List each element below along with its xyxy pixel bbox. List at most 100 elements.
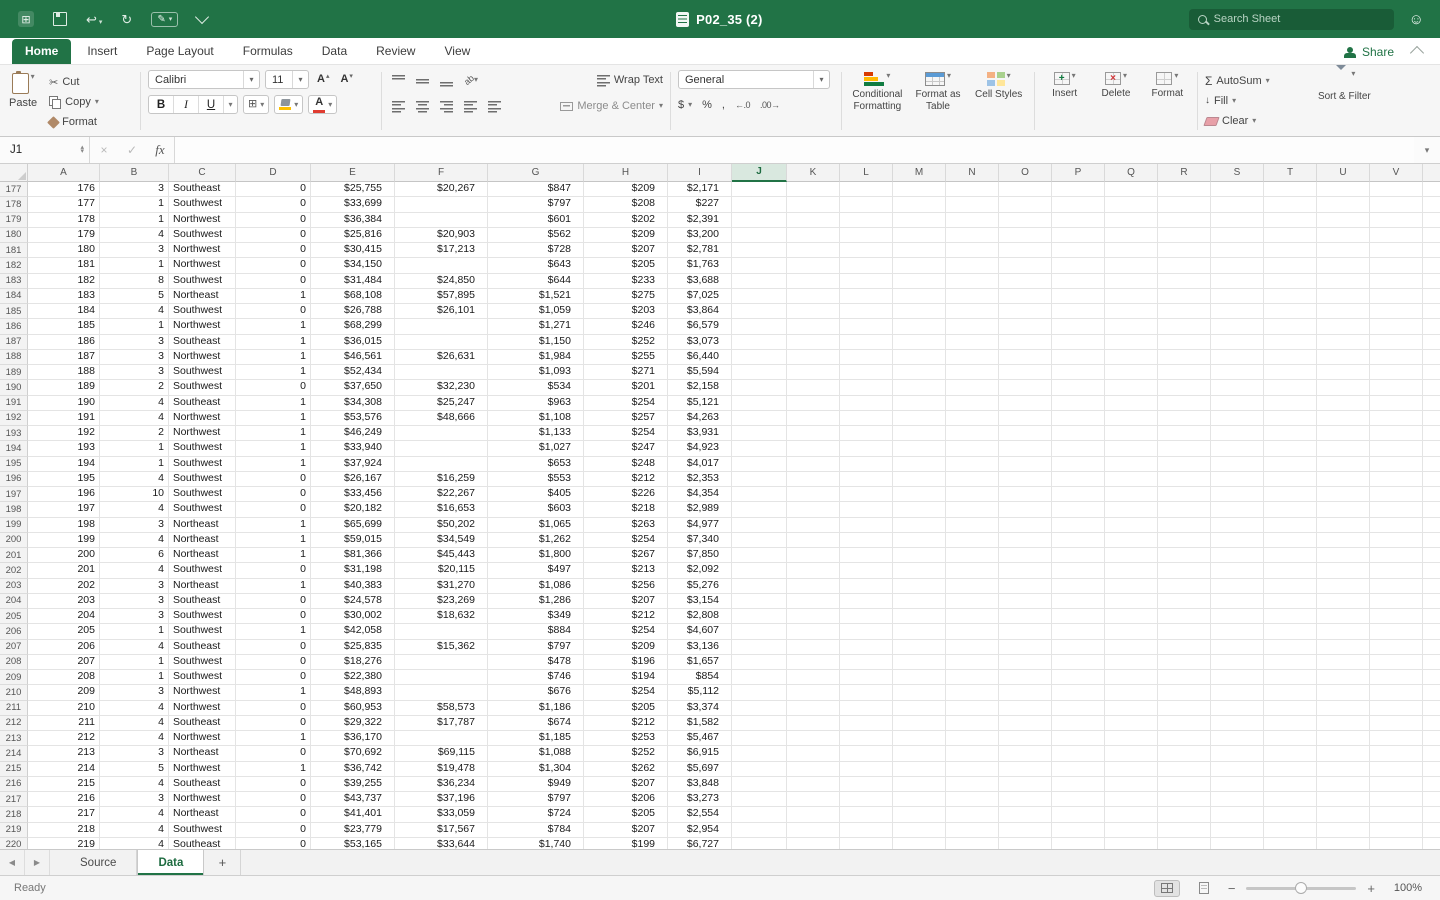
cell-G218[interactable]: $724 (488, 807, 584, 822)
cell-G192[interactable]: $1,108 (488, 411, 584, 426)
cell-U195[interactable] (1317, 457, 1370, 472)
cell-C209[interactable]: Southwest (169, 670, 236, 685)
cell-O186[interactable] (999, 319, 1052, 334)
cell-H216[interactable]: $207 (584, 777, 668, 792)
cell-M190[interactable] (893, 380, 946, 395)
cell-E188[interactable]: $46,561 (311, 350, 395, 365)
cell-I185[interactable]: $3,864 (668, 304, 732, 319)
cell-B217[interactable]: 3 (100, 792, 169, 807)
cell-A216[interactable]: 215 (28, 777, 100, 792)
cell-Q200[interactable] (1105, 533, 1158, 548)
cell-E220[interactable]: $53,165 (311, 838, 395, 849)
comma-style-button[interactable]: , (722, 99, 725, 111)
cell-N219[interactable] (946, 823, 999, 838)
cell-U201[interactable] (1317, 548, 1370, 563)
cell-G211[interactable]: $1,186 (488, 701, 584, 716)
cell-D201[interactable]: 1 (236, 548, 311, 563)
cell-V214[interactable] (1370, 746, 1423, 761)
cell-F214[interactable]: $69,115 (395, 746, 488, 761)
cell-P216[interactable] (1052, 777, 1105, 792)
cell-V213[interactable] (1370, 731, 1423, 746)
cell-C188[interactable]: Northwest (169, 350, 236, 365)
cell-L205[interactable] (840, 609, 893, 624)
cell-O205[interactable] (999, 609, 1052, 624)
cell-N192[interactable] (946, 411, 999, 426)
zoom-out-button[interactable]: − (1228, 882, 1236, 895)
cell-N180[interactable] (946, 228, 999, 243)
cell-S220[interactable] (1211, 838, 1264, 849)
cell-H184[interactable]: $275 (584, 289, 668, 304)
cell-A187[interactable]: 186 (28, 335, 100, 350)
cell-O201[interactable] (999, 548, 1052, 563)
cell-P193[interactable] (1052, 426, 1105, 441)
increase-decimal-button[interactable]: ←.0 (735, 100, 750, 110)
cell-S178[interactable] (1211, 197, 1264, 212)
cell-Q216[interactable] (1105, 777, 1158, 792)
cell-Q220[interactable] (1105, 838, 1158, 849)
cell-C195[interactable]: Southwest (169, 457, 236, 472)
cell-A189[interactable]: 188 (28, 365, 100, 380)
cell-T192[interactable] (1264, 411, 1317, 426)
cell-G185[interactable]: $1,059 (488, 304, 584, 319)
cell-U205[interactable] (1317, 609, 1370, 624)
cell-I219[interactable]: $2,954 (668, 823, 732, 838)
cell-O196[interactable] (999, 472, 1052, 487)
cell-J183[interactable] (732, 274, 787, 289)
cell-P181[interactable] (1052, 243, 1105, 258)
cancel-icon[interactable]: × (90, 143, 118, 157)
cell-Q192[interactable] (1105, 411, 1158, 426)
cell-L181[interactable] (840, 243, 893, 258)
cell-V184[interactable] (1370, 289, 1423, 304)
cell-P207[interactable] (1052, 640, 1105, 655)
cell-H196[interactable]: $212 (584, 472, 668, 487)
cell-L208[interactable] (840, 655, 893, 670)
cell-U214[interactable] (1317, 746, 1370, 761)
cell-I205[interactable]: $2,808 (668, 609, 732, 624)
cell-P205[interactable] (1052, 609, 1105, 624)
cell-K180[interactable] (787, 228, 840, 243)
cell-L177[interactable] (840, 182, 893, 197)
cell-P213[interactable] (1052, 731, 1105, 746)
cell-L186[interactable] (840, 319, 893, 334)
cell-F183[interactable]: $24,850 (395, 274, 488, 289)
clear-button[interactable]: Clear▾ (1205, 111, 1270, 131)
cell-H214[interactable]: $252 (584, 746, 668, 761)
cell-R212[interactable] (1158, 716, 1211, 731)
cell-K195[interactable] (787, 457, 840, 472)
cell-T205[interactable] (1264, 609, 1317, 624)
cell-K203[interactable] (787, 579, 840, 594)
cell-E190[interactable]: $37,650 (311, 380, 395, 395)
cell-B206[interactable]: 1 (100, 624, 169, 639)
cell-D191[interactable]: 1 (236, 396, 311, 411)
cell-P211[interactable] (1052, 701, 1105, 716)
cell-K181[interactable] (787, 243, 840, 258)
cell-U206[interactable] (1317, 624, 1370, 639)
cell-A202[interactable]: 201 (28, 563, 100, 578)
cell-G209[interactable]: $746 (488, 670, 584, 685)
cell-U198[interactable] (1317, 502, 1370, 517)
cell-R194[interactable] (1158, 441, 1211, 456)
cell-F211[interactable]: $58,573 (395, 701, 488, 716)
cell-R186[interactable] (1158, 319, 1211, 334)
cell-R192[interactable] (1158, 411, 1211, 426)
cell-G201[interactable]: $1,800 (488, 548, 584, 563)
cell-G202[interactable]: $497 (488, 563, 584, 578)
cell-A197[interactable]: 196 (28, 487, 100, 502)
cell-K214[interactable] (787, 746, 840, 761)
cell-H192[interactable]: $257 (584, 411, 668, 426)
cell-A177[interactable]: 176 (28, 182, 100, 197)
cell-B207[interactable]: 4 (100, 640, 169, 655)
cell-I187[interactable]: $3,073 (668, 335, 732, 350)
cell-L190[interactable] (840, 380, 893, 395)
cell-U204[interactable] (1317, 594, 1370, 609)
cell-J188[interactable] (732, 350, 787, 365)
cell-T189[interactable] (1264, 365, 1317, 380)
cell-Q183[interactable] (1105, 274, 1158, 289)
column-header-J[interactable]: J (732, 164, 787, 182)
column-header-H[interactable]: H (584, 164, 668, 182)
cell-B191[interactable]: 4 (100, 396, 169, 411)
cell-V220[interactable] (1370, 838, 1423, 849)
cell-B200[interactable]: 4 (100, 533, 169, 548)
cell-F200[interactable]: $34,549 (395, 533, 488, 548)
cell-F195[interactable] (395, 457, 488, 472)
